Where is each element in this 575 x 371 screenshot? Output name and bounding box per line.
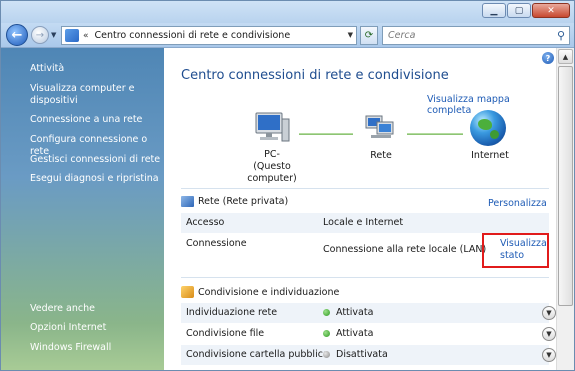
public-folder-sharing-key: Condivisione cartella pubblica — [186, 349, 329, 360]
task-pane: Attività Visualizza computer e dispositi… — [1, 48, 164, 370]
main-content: ? Centro connessioni di rete e condivisi… — [164, 48, 556, 370]
back-button[interactable]: ← — [6, 24, 28, 46]
status-on-icon — [323, 309, 330, 316]
scrollbar-thumb[interactable] — [558, 66, 573, 306]
status-off-icon — [323, 351, 330, 358]
address-chevron[interactable]: « — [83, 31, 89, 41]
minimize-button[interactable]: ▁ — [482, 3, 506, 18]
caption-buttons: ▁ ▢ ✕ — [482, 3, 570, 18]
view-status-line2[interactable]: stato — [500, 250, 547, 262]
connection-line-network-internet — [407, 133, 463, 135]
table-row: Individuazione rete Attivata ▼ — [181, 303, 556, 323]
connection-key: Connessione — [186, 238, 247, 249]
sidebar-item-manage-connections[interactable]: Gestisci connessioni di rete — [30, 154, 160, 166]
arrow-left-icon: ← — [11, 27, 23, 43]
this-computer-label: PC- (Questo computer) — [230, 149, 314, 185]
view-status-line1[interactable]: Visualizza — [500, 238, 547, 250]
scroll-up-button[interactable]: ▲ — [558, 49, 573, 64]
internet-globe-icon[interactable] — [470, 110, 506, 146]
file-sharing-key: Condivisione file — [186, 328, 265, 339]
vertical-scrollbar[interactable]: ▲ — [556, 48, 574, 370]
sidebar-item-internet-options[interactable]: Opzioni Internet — [30, 322, 106, 334]
connection-line-pc-network — [299, 133, 353, 135]
forward-button[interactable]: → — [31, 26, 49, 44]
internet-label: Internet — [471, 150, 509, 161]
pc-name-label: PC- — [264, 149, 280, 160]
network-label: Rete — [370, 150, 392, 161]
chevron-down-icon: ▼ — [546, 330, 552, 338]
pc-description-label: (Questo computer) — [247, 161, 297, 184]
expand-file-sharing-button[interactable]: ▼ — [542, 327, 556, 341]
status-on-icon — [323, 330, 330, 337]
chevron-down-icon: ▼ — [546, 351, 552, 359]
table-row: Condivisione file Attivata ▼ — [181, 324, 556, 344]
network-discovery-key: Individuazione rete — [186, 307, 278, 318]
sidebar-item-connect-network[interactable]: Connessione a una rete — [30, 114, 142, 126]
close-button[interactable]: ✕ — [532, 3, 570, 18]
sidebar-item-view-computers[interactable]: Visualizza computer e dispositivi — [30, 83, 155, 107]
chevron-down-icon: ▼ — [546, 309, 552, 317]
recent-pages-dropdown[interactable]: ▼ — [51, 31, 56, 39]
address-bar[interactable]: « Centro connessioni di rete e condivisi… — [61, 26, 357, 45]
public-folder-sharing-value: Disattivata — [323, 349, 388, 360]
table-row: Condivisione cartella pubblica Disattiva… — [181, 345, 556, 365]
sidebar-item-windows-firewall[interactable]: Windows Firewall — [30, 342, 111, 354]
section-divider — [181, 277, 549, 278]
network-section-title: Rete (Rete privata) — [198, 196, 289, 207]
public-folder-sharing-status: Disattivata — [336, 349, 388, 360]
network-discovery-status: Attivata — [336, 307, 374, 318]
view-status-link[interactable]: Visualizza stato — [482, 233, 549, 268]
refresh-button[interactable]: ⟳ — [360, 26, 378, 45]
page-title: Centro connessioni di rete e condivision… — [181, 68, 449, 83]
search-placeholder: Cerca — [388, 30, 416, 41]
access-value: Locale e Internet — [323, 217, 404, 228]
maximize-button[interactable]: ▢ — [507, 3, 531, 18]
connection-value: Connessione alla rete locale (LAN) — [323, 244, 487, 255]
expand-public-folder-button[interactable]: ▼ — [542, 348, 556, 362]
search-icon[interactable]: ⚲ — [557, 29, 565, 42]
title-bar: ▁ ▢ ✕ — [1, 1, 574, 23]
search-input[interactable]: Cerca ⚲ — [382, 26, 570, 45]
file-sharing-status: Attivata — [336, 328, 374, 339]
access-key: Accesso — [186, 217, 225, 228]
network-icon — [181, 196, 194, 207]
sidebar-item-diagnose-repair[interactable]: Esegui diagnosi e ripristina — [30, 173, 159, 185]
navigation-bar: ← → ▼ « Centro connessioni di rete e con… — [1, 23, 574, 48]
file-sharing-value: Attivata — [323, 328, 373, 339]
control-panel-window: ▁ ▢ ✕ ← → ▼ « Centro connessioni di rete… — [0, 0, 575, 371]
sharing-section-title: Condivisione e individuazione — [198, 286, 340, 298]
refresh-icon: ⟳ — [364, 30, 374, 41]
table-row: Accesso Locale e Internet — [181, 213, 549, 233]
expand-network-discovery-button[interactable]: ▼ — [542, 306, 556, 320]
customize-link[interactable]: Personalizza — [488, 198, 547, 209]
network-discovery-value: Attivata — [323, 307, 373, 318]
network-section-header: Rete (Rete privata) — [181, 196, 288, 207]
arrow-right-icon: → — [35, 29, 45, 41]
network-icon[interactable] — [363, 112, 397, 142]
control-panel-icon — [65, 29, 79, 42]
computer-icon[interactable] — [254, 111, 290, 145]
sharing-section-header: Condivisione e individuazione — [181, 286, 339, 298]
address-path[interactable]: Centro connessioni di rete e condivision… — [95, 30, 291, 41]
help-icon[interactable]: ? — [542, 52, 554, 64]
sidebar-header-tasks: Attività — [30, 63, 65, 74]
chevron-down-icon[interactable]: ▼ — [348, 31, 353, 39]
sidebar-header-see-also: Vedere anche — [30, 303, 95, 314]
sharing-icon — [181, 286, 194, 298]
section-divider — [181, 188, 549, 189]
